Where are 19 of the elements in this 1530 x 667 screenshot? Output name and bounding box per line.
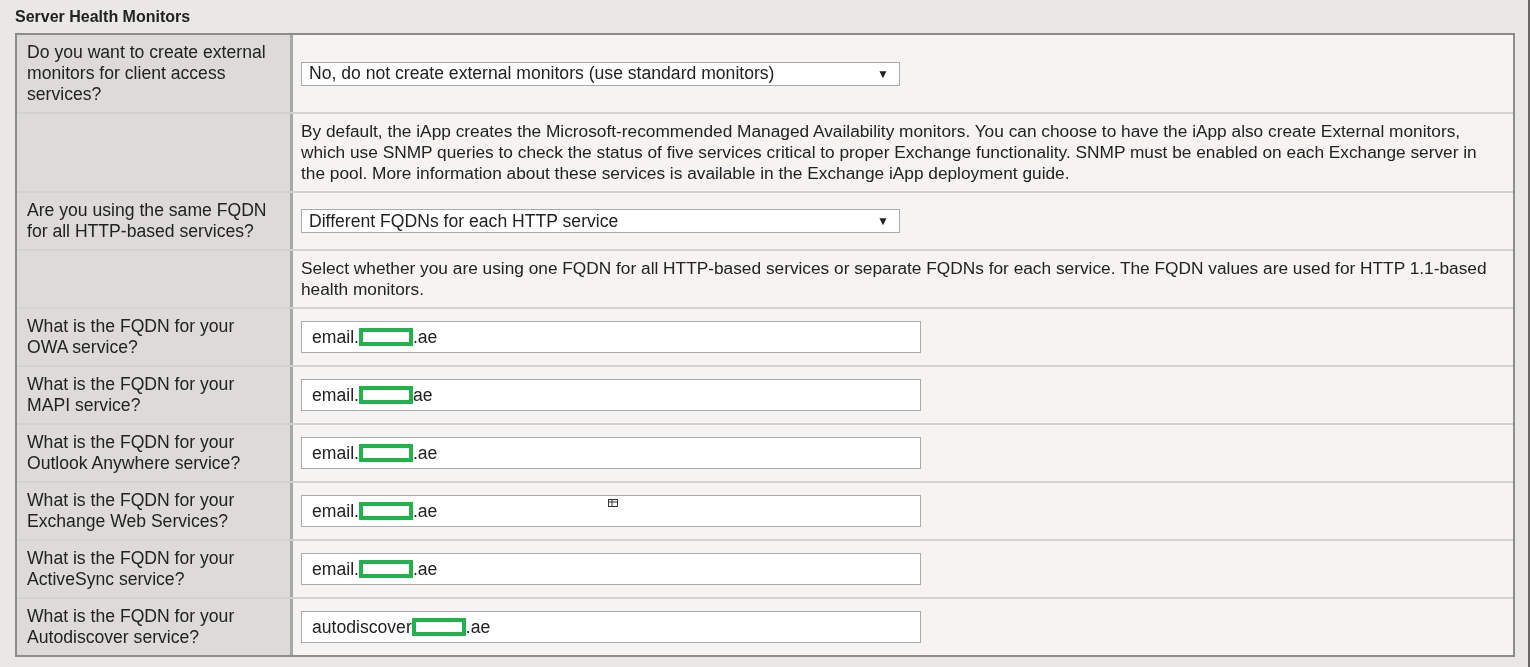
input-field[interactable]: email. .ae xyxy=(301,321,921,353)
input-field[interactable]: autodiscover .ae xyxy=(301,611,921,643)
input-field[interactable]: email. .ae xyxy=(301,495,921,527)
input-field[interactable]: email. .ae xyxy=(301,553,921,585)
field-label: What is the FQDN for your OWA service? xyxy=(27,316,236,358)
section-title: Server Health Monitors xyxy=(15,7,191,26)
dropdown[interactable]: Different FQDNs for each HTTP service ▼ xyxy=(301,209,900,233)
field-label: Do you want to create external monitors for client access services? xyxy=(27,42,267,105)
input-field[interactable]: email. ae xyxy=(301,379,921,411)
input-field[interactable]: email. .ae xyxy=(301,437,921,469)
field-label: What is the FQDN for your Outlook Anywhere service? xyxy=(27,432,242,474)
help-text: Select whether you are using one FQDN for all HTTP-based services or separate FQDNs for each service. The FQDN values are used for HTTP 1.1-based health monitors. xyxy=(301,258,1488,300)
field-label: Are you using the same FQDN for all HTTP-based services? xyxy=(27,200,268,242)
field-label: What is the FQDN for your Autodiscover service? xyxy=(27,606,236,648)
help-text: By default, the iApp creates the Microsoft-recommended Managed Availability monitors. You can choose to have the iApp also create External monitors, which use SNMP queries to check the status of five services critical to proper Exchange functionality. SNMP must be enabled on each Exchange server in the pool. More information about these services is available in the Exchange iApp deployment guide. xyxy=(301,121,1478,184)
field-label: What is the FQDN for your ActiveSync service? xyxy=(27,548,236,590)
dropdown[interactable]: No, do not create external monitors (use standard monitors) ▼ xyxy=(301,61,900,86)
field-label: What is the FQDN for your Exchange Web Services? xyxy=(27,490,236,532)
field-label: What is the FQDN for your MAPI service? xyxy=(27,374,236,416)
